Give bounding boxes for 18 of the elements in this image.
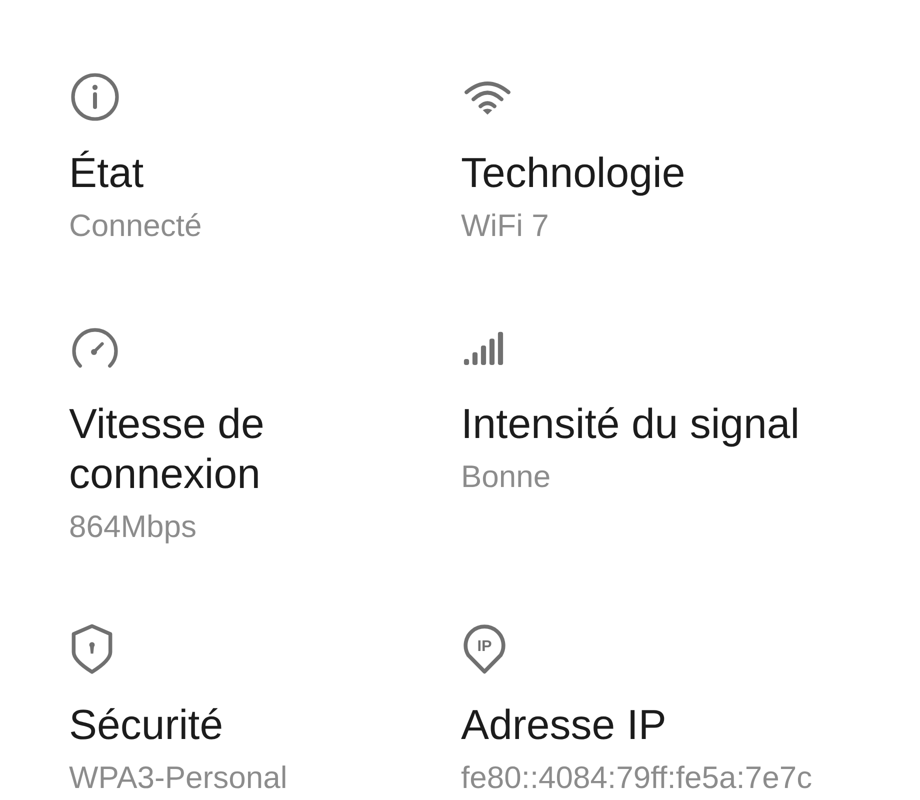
setting-value: Bonne xyxy=(461,459,551,495)
wifi-icon xyxy=(463,80,512,114)
setting-value: WPA3-Personal xyxy=(69,760,288,796)
setting-title: Adresse IP xyxy=(461,700,666,750)
signal-bars-icon xyxy=(463,331,504,365)
info-icon xyxy=(71,73,119,121)
setting-value: Connecté xyxy=(69,208,202,244)
setting-value: 864Mbps xyxy=(69,509,197,545)
setting-title: Intensité du signal xyxy=(461,399,800,449)
setting-title: Sécurité xyxy=(69,700,224,750)
location-pin-icon: IP xyxy=(463,624,506,674)
setting-title: État xyxy=(69,148,144,198)
setting-value: WiFi 7 xyxy=(461,208,549,244)
speedometer-icon xyxy=(71,327,119,369)
setting-value: fe80::4084:79ff:fe5a:7e7c xyxy=(461,760,812,796)
setting-title: Vitesse de connexion xyxy=(69,399,266,499)
shield-icon xyxy=(71,624,113,674)
setting-title: Technologie xyxy=(461,148,686,198)
